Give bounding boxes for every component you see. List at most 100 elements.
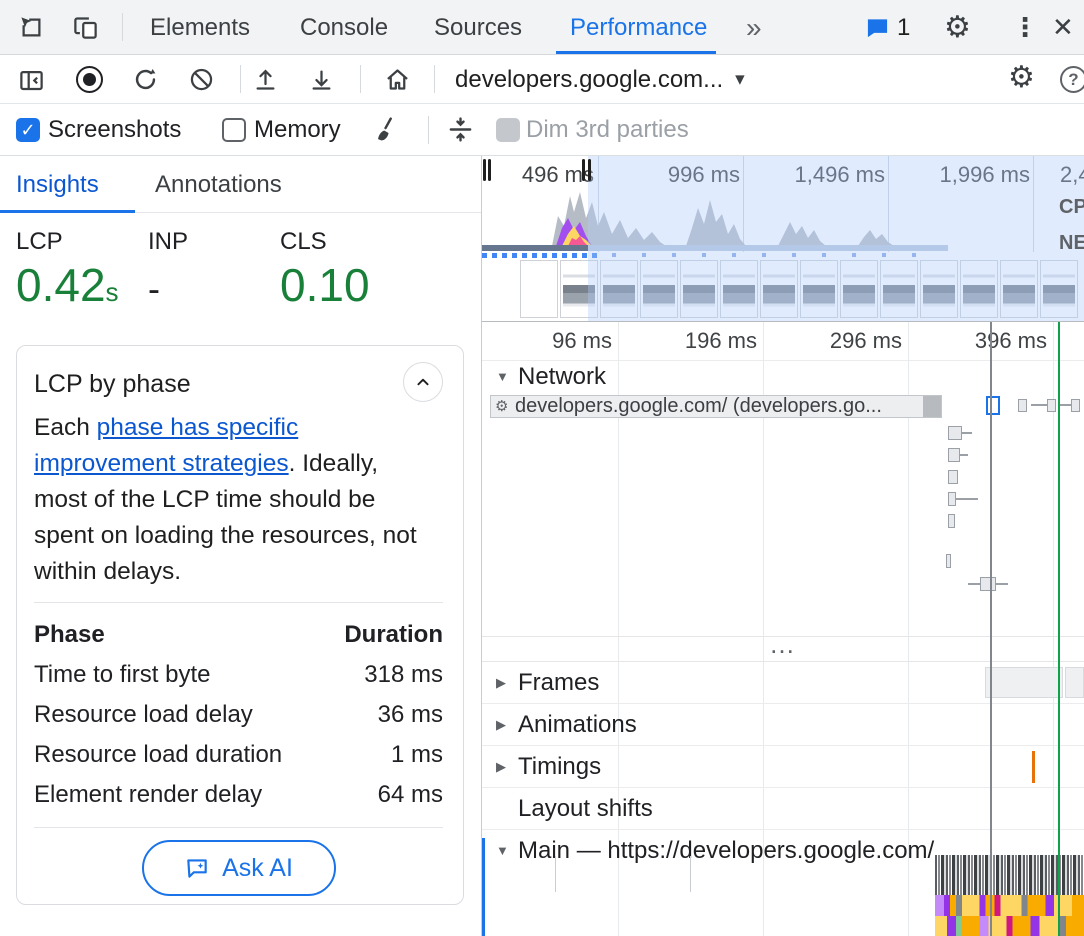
- network-request-bar[interactable]: [1071, 399, 1080, 412]
- main-flame-chart[interactable]: [935, 895, 1084, 916]
- request-whisker: [1031, 404, 1047, 406]
- expand-track-icon[interactable]: ▶: [496, 704, 506, 746]
- network-request-bar[interactable]: [1047, 399, 1056, 412]
- toolbar-separator: [428, 116, 429, 144]
- timeline-overview[interactable]: 496 ms 996 ms 1,496 ms 1,996 ms 2,49 CP …: [482, 156, 1084, 322]
- cpu-lane-label: CP: [1059, 196, 1084, 219]
- more-tabs-button[interactable]: »: [746, 0, 762, 55]
- network-request-selected[interactable]: [986, 396, 1000, 415]
- cls-label: CLS: [280, 228, 327, 256]
- overview-dim-overlay[interactable]: [588, 156, 1084, 322]
- resizer-dots-icon: …: [769, 629, 797, 659]
- request-whisker: [968, 583, 980, 585]
- performance-toolbar: developers.google.com... ▾ ⚙ ?: [0, 55, 1084, 104]
- home-icon[interactable]: [384, 66, 411, 93]
- record-button[interactable]: [76, 66, 103, 93]
- track-label: Animations: [518, 704, 637, 746]
- network-request-bar[interactable]: [946, 554, 951, 568]
- kebab-menu-icon[interactable]: ⋮: [1012, 0, 1038, 55]
- network-request-bar[interactable]: ⚙ developers.google.com/ (developers.go.…: [490, 395, 942, 418]
- table-row: Time to first byte318 ms: [34, 655, 443, 695]
- window-left-handle[interactable]: [488, 159, 491, 181]
- profile-select-value: developers.google.com...: [455, 66, 723, 94]
- check-icon: ✓: [16, 118, 40, 142]
- main-flame-chart[interactable]: [935, 855, 1084, 895]
- network-overview-bar: [482, 245, 588, 251]
- collapse-track-icon[interactable]: ▼: [496, 830, 509, 872]
- network-request-bar[interactable]: [948, 448, 960, 462]
- network-request-bar[interactable]: [1018, 399, 1027, 412]
- insights-sidebar: Insights Annotations LCP INP CLS 0.42s -…: [0, 156, 482, 936]
- track-layout-shifts[interactable]: Layout shifts: [482, 788, 1084, 830]
- window-left-handle[interactable]: [483, 159, 486, 181]
- ruler-tick: 96 ms: [532, 328, 612, 354]
- lcp-label: LCP: [16, 228, 63, 256]
- clear-icon[interactable]: [188, 66, 215, 93]
- caret-down-icon: ▾: [735, 68, 745, 91]
- main-flame-chart[interactable]: [935, 916, 1084, 936]
- memory-checkbox[interactable]: [222, 118, 246, 142]
- window-right-handle[interactable]: [588, 159, 591, 181]
- track-label: Network: [518, 360, 606, 394]
- cpu-profile-select[interactable]: developers.google.com... ▾: [455, 55, 745, 104]
- collapse-track-icon[interactable]: ▼: [496, 360, 509, 394]
- timeline-panel: 496 ms 996 ms 1,496 ms 1,996 ms 2,49 CP …: [482, 156, 1084, 936]
- tab-performance[interactable]: Performance: [570, 0, 707, 55]
- frame-block[interactable]: [1065, 667, 1084, 698]
- issues-icon[interactable]: [866, 17, 889, 40]
- request-whisker: [960, 454, 968, 456]
- inp-value: -: [148, 268, 160, 310]
- help-icon[interactable]: ?: [1060, 66, 1084, 93]
- tab-console[interactable]: Console: [300, 0, 388, 55]
- filmstrip-thumbnail[interactable]: [520, 260, 558, 318]
- network-request-bar[interactable]: [948, 514, 955, 528]
- track-label: Timings: [518, 746, 601, 788]
- network-request-bar[interactable]: [948, 426, 962, 440]
- track-resizer[interactable]: …: [482, 636, 1084, 662]
- issues-count: 1: [897, 0, 910, 55]
- tab-sources[interactable]: Sources: [434, 0, 522, 55]
- close-icon[interactable]: ✕: [1052, 0, 1074, 55]
- network-request-bar[interactable]: [948, 492, 956, 506]
- sidebar-tabbar: Insights Annotations: [0, 156, 481, 213]
- window-right-handle[interactable]: [582, 159, 585, 181]
- save-profile-icon[interactable]: [308, 66, 335, 93]
- table-row: Resource load duration1 ms: [34, 735, 443, 775]
- lcp-by-phase-card: LCP by phase Each phase has specific imp…: [16, 345, 464, 905]
- inspect-icon[interactable]: [18, 14, 45, 41]
- collect-garbage-icon[interactable]: [372, 115, 401, 144]
- tab-elements[interactable]: Elements: [150, 0, 250, 55]
- network-request-bar[interactable]: [948, 470, 958, 484]
- device-toolbar-icon[interactable]: [72, 14, 99, 41]
- table-row: Resource load delay36 ms: [34, 695, 443, 735]
- memory-label[interactable]: Memory: [254, 104, 341, 156]
- toggle-sidebar-icon[interactable]: [18, 67, 45, 94]
- frame-block[interactable]: [985, 667, 1063, 698]
- reload-record-icon[interactable]: [132, 66, 159, 93]
- capture-settings-gear-icon[interactable]: ⚙: [1008, 60, 1035, 95]
- chevron-up-icon: [412, 371, 434, 393]
- screenshots-label[interactable]: Screenshots: [48, 104, 181, 156]
- track-network-header[interactable]: ▼ Network: [482, 360, 1084, 394]
- track-animations[interactable]: ▶ Animations: [482, 704, 1084, 746]
- gear-icon: ⚙: [495, 396, 508, 417]
- expand-track-icon[interactable]: ▶: [496, 746, 506, 788]
- flame-tick: [555, 856, 556, 892]
- cls-value: 0.10: [280, 258, 370, 312]
- shrink-rows-icon[interactable]: [446, 115, 475, 144]
- screenshots-checkbox[interactable]: ✓: [16, 118, 40, 142]
- main-track-indicator: [482, 838, 485, 936]
- timing-marker[interactable]: [1032, 751, 1035, 783]
- track-label: Layout shifts: [518, 788, 653, 830]
- network-request-bar[interactable]: [980, 577, 996, 591]
- ask-ai-button[interactable]: Ask AI: [142, 840, 336, 896]
- expand-track-icon[interactable]: ▶: [496, 662, 506, 704]
- settings-gear-icon[interactable]: ⚙: [944, 0, 971, 55]
- phase-table-header: PhaseDuration: [34, 615, 443, 655]
- track-timings[interactable]: ▶ Timings: [482, 746, 1084, 788]
- tab-annotations[interactable]: Annotations: [155, 156, 282, 213]
- load-profile-icon[interactable]: [252, 66, 279, 93]
- tab-insights[interactable]: Insights: [16, 156, 99, 213]
- collapse-card-button[interactable]: [403, 362, 443, 402]
- dim-third-parties-label: Dim 3rd parties: [526, 104, 689, 156]
